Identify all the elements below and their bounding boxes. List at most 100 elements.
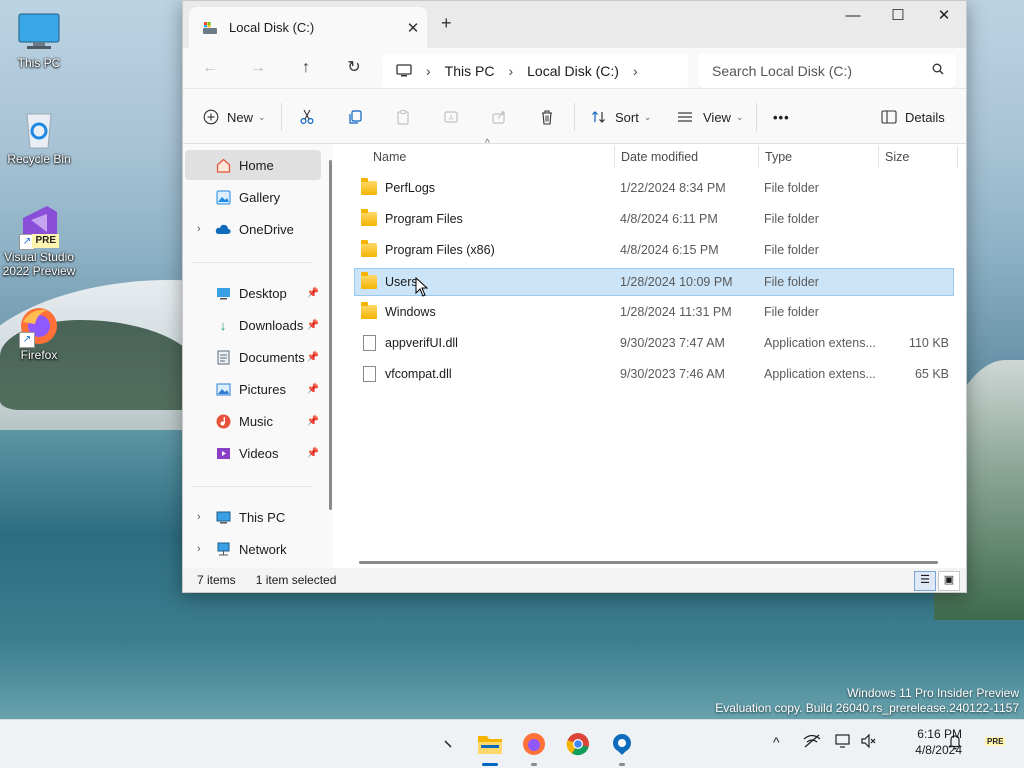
column-divider[interactable] [957, 146, 958, 168]
tab-local-disk[interactable]: Local Disk (C:) ✕ [189, 7, 427, 48]
breadcrumb-item-local-disk[interactable]: Local Disk (C:) [527, 63, 619, 79]
desktop-icon-recycle-bin[interactable]: Recycle Bin [1, 106, 77, 166]
monitor-icon [17, 10, 61, 54]
desktop-icon-this-pc[interactable]: This PC [1, 10, 77, 70]
pin-icon[interactable]: 📌 [307, 320, 319, 331]
nav-item-pictures[interactable]: Pictures 📌 [185, 374, 321, 404]
share-button[interactable] [491, 105, 507, 129]
pin-icon[interactable]: 📌 [307, 288, 319, 299]
nav-item-desktop[interactable]: Desktop 📌 [185, 278, 321, 308]
nav-item-network[interactable]: › Network [185, 534, 321, 564]
taskbar-file-explorer[interactable] [474, 728, 506, 766]
details-view-icon[interactable]: ☰ [914, 571, 936, 591]
folder-icon [361, 272, 377, 289]
horizontal-scrollbar[interactable] [359, 561, 938, 564]
nav-item-onedrive[interactable]: › OneDrive [185, 214, 321, 244]
svg-text:A: A [449, 114, 454, 122]
search-input[interactable]: Search Local Disk (C:) [712, 63, 852, 79]
sort-button[interactable]: Sort ⌄ [591, 105, 651, 129]
new-button[interactable]: New ⌄ [203, 105, 266, 129]
taskbar: ^ 6:16 PM 4/8/2024 PRE [0, 719, 1024, 768]
new-label: New [227, 109, 254, 125]
up-arrow-icon[interactable]: ↑ [291, 56, 321, 82]
notification-bell-icon[interactable] [948, 734, 962, 753]
forward-arrow-icon[interactable]: → [243, 56, 273, 82]
firefox-icon: ↗ [17, 302, 61, 348]
file-row[interactable]: PerfLogs 1/22/2024 8:34 PM File folder [355, 175, 953, 201]
item-count: 7 items [197, 573, 236, 587]
nav-item-music[interactable]: Music 📌 [185, 406, 321, 436]
column-divider[interactable] [614, 146, 615, 168]
column-divider[interactable] [878, 146, 879, 168]
file-row-selected[interactable]: Users 1/28/2024 10:09 PM File folder [354, 268, 954, 296]
desktop-icon-visual-studio[interactable]: ↗ PRE Visual Studio 2022 Preview [1, 204, 77, 278]
copy-button[interactable] [347, 105, 363, 129]
tiles-view-icon[interactable]: ▣ [938, 571, 960, 591]
network-disconnected-icon[interactable] [803, 734, 821, 751]
chevron-right-icon[interactable]: › [197, 223, 201, 235]
nav-item-label: Home [239, 157, 274, 173]
desktop-icon-label: Recycle Bin [7, 152, 71, 166]
breadcrumb-chevron-icon[interactable]: › [633, 63, 638, 79]
back-arrow-icon[interactable]: ← [195, 56, 225, 82]
pin-icon[interactable]: 📌 [307, 448, 319, 459]
minimize-button[interactable]: — [830, 1, 876, 33]
column-divider[interactable] [758, 146, 759, 168]
divider [193, 262, 313, 263]
file-row[interactable]: appverifUI.dll 9/30/2023 7:47 AM Applica… [355, 330, 953, 356]
sort-icon [592, 111, 605, 123]
pin-icon[interactable]: 📌 [307, 416, 319, 427]
nav-item-label: Gallery [239, 189, 281, 205]
chevron-right-icon[interactable]: › [197, 543, 201, 555]
paste-button[interactable] [395, 105, 411, 129]
new-tab-button[interactable]: + [441, 13, 452, 34]
status-bar: 7 items 1 item selected ☰ ▣ [183, 568, 966, 592]
rename-button[interactable]: A [443, 105, 459, 129]
picture-icon [215, 381, 231, 397]
nav-item-home[interactable]: Home [185, 150, 321, 180]
file-row[interactable]: vfcompat.dll 9/30/2023 7:46 AM Applicati… [355, 361, 953, 387]
cut-button[interactable] [299, 105, 315, 129]
taskbar-firefox[interactable] [518, 728, 550, 766]
taskbar-chrome[interactable] [562, 728, 594, 760]
pin-icon[interactable]: 📌 [307, 352, 319, 363]
refresh-icon[interactable]: ↻ [339, 56, 369, 82]
widgets-chevron-icon[interactable] [438, 728, 458, 760]
nav-item-documents[interactable]: Documents 📌 [185, 342, 321, 372]
maximize-button[interactable]: ☐ [875, 1, 921, 33]
delete-button[interactable] [539, 105, 555, 129]
view-button[interactable]: View ⌄ [677, 105, 744, 129]
taskbar-app[interactable] [606, 728, 638, 766]
breadcrumb[interactable]: › This PC › Local Disk (C:) › [383, 54, 688, 88]
nav-item-videos[interactable]: Videos 📌 [185, 438, 321, 468]
show-hidden-icons-chevron-icon[interactable]: ^ [773, 734, 780, 750]
file-name: Program Files (x86) [385, 243, 495, 257]
close-window-button[interactable]: ✕ [921, 1, 967, 33]
chevron-right-icon[interactable]: › [197, 511, 201, 523]
document-icon [215, 349, 231, 365]
file-row[interactable]: Windows 1/28/2024 11:31 PM File folder [355, 299, 953, 325]
column-header-size[interactable]: Size [885, 144, 909, 170]
search-box[interactable]: Search Local Disk (C:) [698, 54, 956, 89]
search-icon [932, 63, 944, 78]
file-explorer-icon [478, 736, 502, 754]
file-date: 1/22/2024 8:34 PM [620, 181, 726, 195]
column-header-name[interactable]: Name [373, 144, 406, 170]
desktop-icon-firefox[interactable]: ↗ Firefox [1, 302, 77, 362]
close-tab-icon[interactable]: ✕ [399, 19, 427, 37]
pin-icon[interactable]: 📌 [307, 384, 319, 395]
file-row[interactable]: Program Files 4/8/2024 6:11 PM File fold… [355, 206, 953, 232]
nav-item-downloads[interactable]: ↓ Downloads 📌 [185, 310, 321, 340]
display-icon[interactable] [835, 734, 851, 751]
file-row[interactable]: Program Files (x86) 4/8/2024 6:15 PM Fil… [355, 237, 953, 263]
details-pane-button[interactable]: Details [881, 105, 945, 129]
nav-scrollbar[interactable] [329, 160, 332, 510]
more-options-button[interactable]: ••• [773, 105, 790, 129]
column-header-date[interactable]: Date modified [621, 144, 698, 170]
breadcrumb-item-this-pc[interactable]: This PC [445, 63, 495, 79]
nav-item-gallery[interactable]: Gallery [185, 182, 321, 212]
music-icon [215, 413, 231, 429]
volume-muted-icon[interactable] [861, 733, 877, 751]
column-header-type[interactable]: Type [765, 144, 792, 170]
nav-item-this-pc[interactable]: › This PC [185, 502, 321, 532]
